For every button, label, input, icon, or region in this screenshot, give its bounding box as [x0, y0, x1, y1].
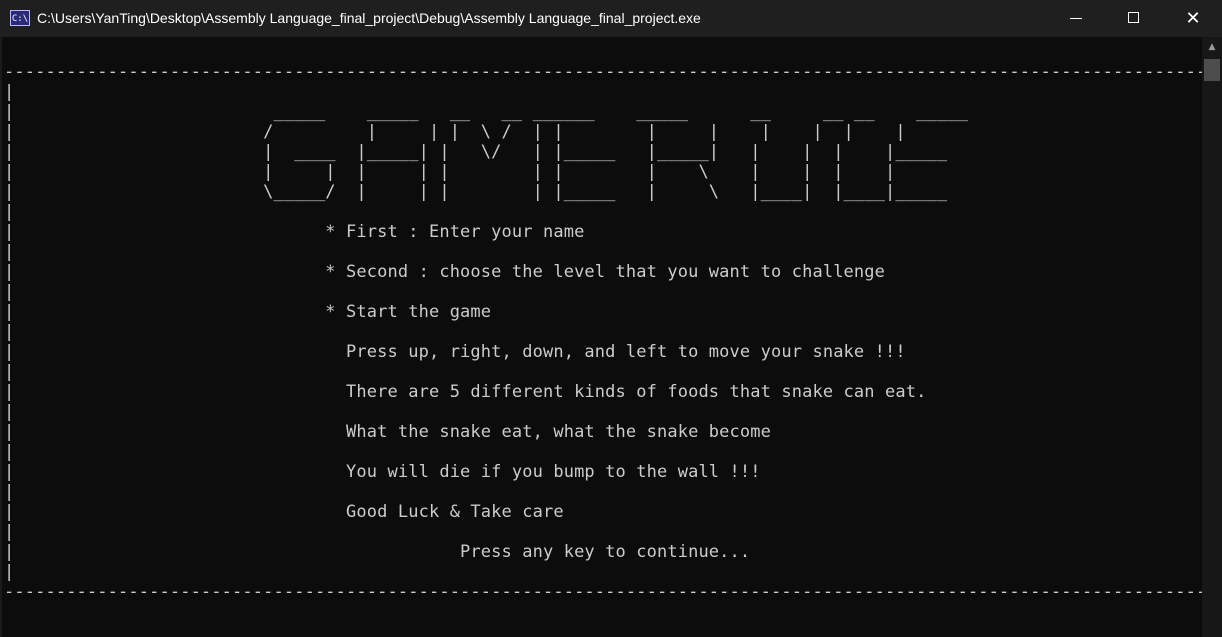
console-line: | _____ _____ __ __ ______ _____ __ __ _… [4, 102, 968, 122]
scrollbar-thumb[interactable] [1204, 59, 1220, 81]
console-line: | * Second : choose the level that you w… [4, 262, 886, 282]
console-window: C:\ C:\Users\YanTing\Desktop\Assembly La… [0, 0, 1222, 637]
console-line: ----------------------------------------… [4, 582, 1202, 602]
console-line: ----------------------------------------… [4, 62, 1202, 82]
console-line: | | [4, 202, 15, 222]
maximize-button[interactable] [1105, 0, 1163, 37]
console-line: | | [4, 282, 15, 302]
window-title: C:\Users\YanTing\Desktop\Assembly Langua… [37, 10, 701, 26]
console-app-icon: C:\ [10, 10, 30, 26]
console-line: | | [4, 482, 15, 502]
minimize-icon [1070, 18, 1082, 19]
title-bar[interactable]: C:\ C:\Users\YanTing\Desktop\Assembly La… [0, 0, 1222, 37]
console-line: | | [4, 362, 15, 382]
minimize-button[interactable] [1047, 0, 1105, 37]
console-line: | Press any key to continue... | [4, 542, 751, 562]
console-screen-text: ----------------------------------------… [4, 62, 1202, 602]
console-line: | * Start the game | [4, 302, 492, 322]
console-line: | | [4, 522, 15, 542]
vertical-scrollbar[interactable]: ▲ [1202, 37, 1222, 637]
console-line: | There are 5 different kinds of foods t… [4, 382, 927, 402]
console-line: | You will die if you bump to the wall !… [4, 462, 761, 482]
console-line: | | [4, 562, 15, 582]
close-icon: ✕ [1185, 8, 1201, 29]
console-line: | | ____ |_____| | \/ | |_____ |_____| |… [4, 142, 948, 162]
console-line: | | [4, 82, 15, 102]
console-line: | | [4, 322, 15, 342]
maximize-icon [1128, 12, 1139, 23]
console-line: | What the snake eat, what the snake bec… [4, 422, 771, 442]
console-line: | | [4, 402, 15, 422]
close-button[interactable]: ✕ [1164, 0, 1222, 37]
scroll-up-arrow-icon[interactable]: ▲ [1202, 37, 1222, 57]
console-line: | * First : Enter your name | [4, 222, 585, 242]
console-output[interactable]: ----------------------------------------… [2, 37, 1202, 637]
console-line: | | [4, 242, 15, 262]
console-line: | | | | | | | | | \ | | | | | [4, 162, 896, 182]
console-line: | / | | | \ / | | | | | | | | | [4, 122, 906, 142]
console-line: | Press up, right, down, and left to mov… [4, 342, 906, 362]
console-line: | Good Luck & Take care | [4, 502, 564, 522]
console-line: | | [4, 442, 15, 462]
console-line: | \_____/ | | | | |_____ | \ |____| |___… [4, 182, 948, 202]
